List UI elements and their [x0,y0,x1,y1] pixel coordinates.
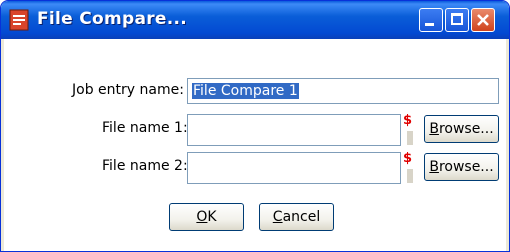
window-title: File Compare... [37,9,188,29]
file-compare-dialog: File Compare... Job entry name: File Com… [0,0,510,252]
title-bar[interactable]: File Compare... [1,1,509,39]
maximize-icon [451,13,463,25]
dialog-body: Job entry name: File Compare 1 File name… [4,39,506,251]
cancel-button[interactable]: Cancel [259,203,334,231]
file-name-2-input[interactable] [187,152,401,184]
ok-mnemonic: O [196,209,208,225]
file-compare-app-icon [9,9,29,31]
job-entry-name-value: File Compare 1 [192,83,299,99]
minimize-button[interactable] [419,8,443,32]
file-name-1-label: File name 1: [102,120,188,136]
minimize-icon [425,23,434,26]
browse-file-1-button[interactable]: Browse... [424,115,499,143]
close-icon [477,14,489,26]
browse-file-1-label: rowse... [438,121,494,137]
job-entry-name-input[interactable]: File Compare 1 [187,78,499,104]
file-name-1-input[interactable] [187,114,401,146]
browse-file-1-mnemonic: B [429,121,439,137]
browse-file-2-mnemonic: B [429,159,439,175]
file-name-1-required-marker: $ [403,113,413,128]
ok-button[interactable]: OK [169,203,244,231]
ok-label: K [207,209,217,225]
browse-file-2-label: rowse... [438,159,494,175]
browse-file-2-button[interactable]: Browse... [424,153,499,181]
file-name-1-marker-bar [407,131,413,145]
maximize-button[interactable] [445,8,469,32]
file-name-2-marker-bar [407,169,413,183]
job-entry-name-label: Job entry name: [72,82,184,98]
cancel-mnemonic: C [272,209,283,225]
file-name-2-required-marker: $ [403,151,413,166]
file-name-2-label: File name 2: [102,158,188,174]
close-button[interactable] [471,8,495,32]
cancel-label: ancel [282,209,321,225]
